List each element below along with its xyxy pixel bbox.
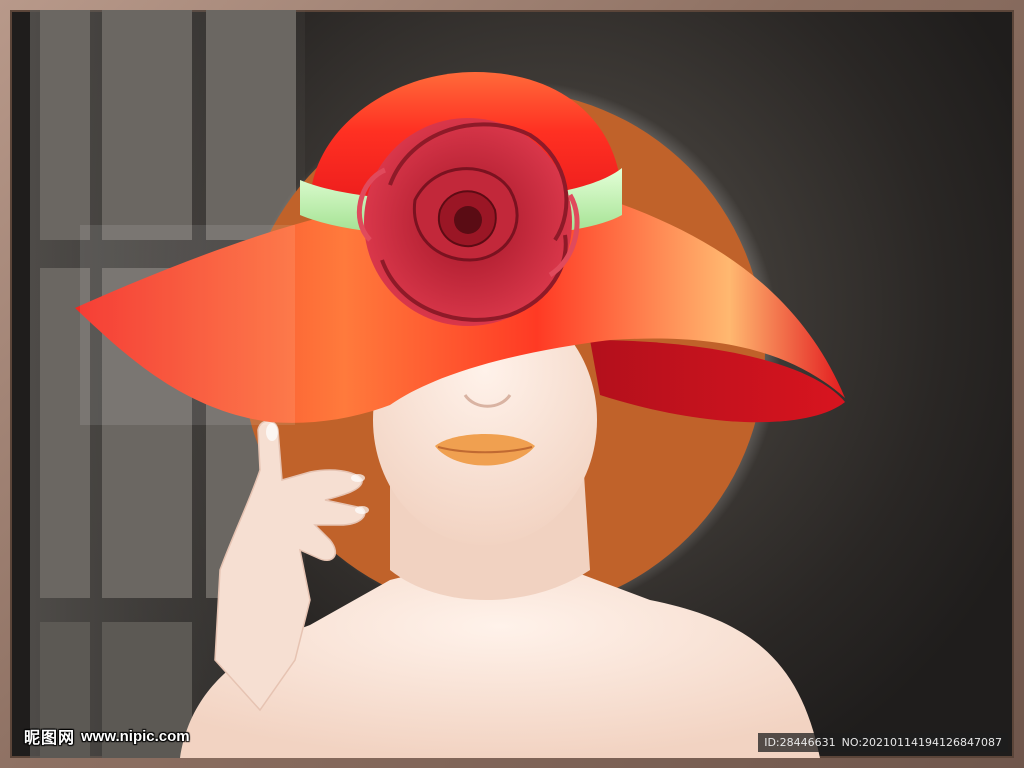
image-id-strip: ID:28446631 NO:20210114194126847087 <box>758 733 1008 752</box>
image-id: ID:28446631 <box>764 736 836 749</box>
watermark-site-name: 昵图网 <box>24 730 76 747</box>
artwork-canvas: 昵图网 www.nipic.com ID:28446631 NO:2021011… <box>10 10 1014 758</box>
watermark-url: www.nipic.com <box>81 727 190 745</box>
image-number: NO:20210114194126847087 <box>841 736 1002 749</box>
artwork-illustration <box>30 10 845 758</box>
watermark: 昵图网 www.nipic.com <box>24 724 190 748</box>
